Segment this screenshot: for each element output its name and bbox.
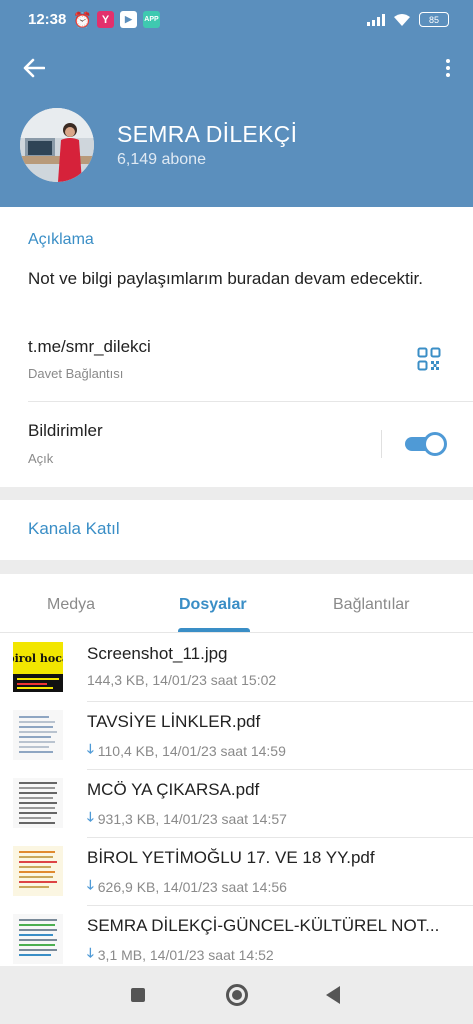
- invite-link[interactable]: t.me/smr_dilekci: [28, 337, 151, 357]
- file-name: Screenshot_11.jpg: [87, 644, 228, 663]
- shared-media-card: Medya Dosyalar Bağlantılar birol hoca Sc…: [0, 574, 473, 966]
- battery-icon: 85: [419, 12, 449, 27]
- system-icons: 85: [367, 12, 449, 27]
- file-row[interactable]: SEMRA DİLEKÇİ-GÜNCEL-KÜLTÜREL NOT... 🡓 3…: [0, 906, 473, 974]
- channel-avatar[interactable]: [20, 108, 94, 182]
- file-meta-text: 626,9 KB, 14/01/23 saat 14:56: [97, 879, 287, 895]
- signal-icon: [367, 13, 385, 26]
- file-name: BİROL YETİMOĞLU 17. VE 18 YY.pdf: [87, 848, 375, 867]
- notification-icons: ⏰ Y ▶ APP: [73, 11, 160, 29]
- channel-title: SEMRA DİLEKÇİ: [117, 121, 298, 147]
- system-navigation-bar: [0, 966, 473, 1024]
- alarm-icon: ⏰: [73, 11, 92, 29]
- notifications-status: Açık: [28, 451, 54, 466]
- toggle-knob: [423, 432, 447, 456]
- tab-files[interactable]: Dosyalar: [179, 596, 247, 614]
- file-thumbnail: birol hoca: [13, 642, 63, 692]
- file-thumbnail: [13, 914, 63, 964]
- image-thumbnail: birol hoca: [13, 642, 63, 692]
- file-meta: 🡓 110,4 KB, 14/01/23 saat 14:59: [87, 740, 286, 762]
- pdf-thumbnail: [13, 846, 63, 896]
- pdf-thumbnail: [13, 914, 63, 964]
- download-icon[interactable]: 🡓: [87, 944, 94, 966]
- more-dot-icon: [446, 66, 450, 70]
- status-bar: 12:38 ⏰ Y ▶ APP 85: [0, 0, 473, 40]
- tab-links[interactable]: Bağlantılar: [333, 596, 410, 614]
- subscriber-count: 6,149 abone: [117, 151, 206, 168]
- divider: [28, 401, 473, 402]
- file-thumbnail: [13, 778, 63, 828]
- channel-header: 12:38 ⏰ Y ▶ APP 85 SEMRA DİLEKÇİ 6,149 a…: [0, 0, 473, 207]
- file-row[interactable]: TAVSİYE LİNKLER.pdf 🡓 110,4 KB, 14/01/23…: [0, 702, 473, 770]
- file-meta-text: 931,3 KB, 14/01/23 saat 14:57: [97, 811, 287, 827]
- arrow-left-icon: [23, 58, 45, 78]
- download-icon[interactable]: 🡓: [87, 808, 94, 830]
- home-button[interactable]: [226, 984, 248, 1006]
- join-channel-card: Kanala Katıl: [0, 500, 473, 560]
- vertical-divider: [381, 430, 382, 458]
- file-name: SEMRA DİLEKÇİ-GÜNCEL-KÜLTÜREL NOT...: [87, 916, 440, 935]
- more-options-button[interactable]: [441, 56, 455, 80]
- avatar-photo: [20, 108, 94, 182]
- invite-link-caption: Davet Bağlantısı: [28, 366, 124, 381]
- tab-media[interactable]: Medya: [47, 596, 95, 614]
- channel-description: Not ve bilgi paylaşımlarım buradan devam…: [28, 269, 423, 288]
- file-meta: 144,3 KB, 14/01/23 saat 15:02: [87, 672, 276, 688]
- status-time: 12:38: [28, 11, 67, 28]
- download-icon[interactable]: 🡓: [87, 876, 94, 898]
- description-title: Açıklama: [28, 231, 94, 248]
- file-row[interactable]: BİROL YETİMOĞLU 17. VE 18 YY.pdf 🡓 626,9…: [0, 838, 473, 906]
- file-meta-text: 144,3 KB, 14/01/23 saat 15:02: [87, 672, 277, 688]
- file-meta: 🡓 3,1 MB, 14/01/23 saat 14:52: [87, 944, 274, 966]
- notifications-label[interactable]: Bildirimler: [28, 421, 103, 441]
- download-icon[interactable]: 🡓: [87, 740, 94, 762]
- file-meta-text: 3,1 MB, 14/01/23 saat 14:52: [97, 947, 274, 963]
- qr-code-icon: [417, 347, 441, 371]
- wifi-icon: [394, 13, 410, 26]
- system-back-button[interactable]: [326, 986, 340, 1004]
- more-dot-icon: [446, 59, 450, 63]
- file-meta: 🡓 626,9 KB, 14/01/23 saat 14:56: [87, 876, 287, 898]
- join-channel-button[interactable]: Kanala Katıl: [28, 519, 120, 539]
- active-tab-indicator: [178, 628, 250, 632]
- file-meta: 🡓 931,3 KB, 14/01/23 saat 14:57: [87, 808, 287, 830]
- media-tabs: Medya Dosyalar Bağlantılar: [0, 574, 473, 633]
- app-icon: APP: [143, 11, 160, 28]
- file-name: MCÖ YA ÇIKARSA.pdf: [87, 780, 260, 799]
- pdf-thumbnail: [13, 778, 63, 828]
- file-row[interactable]: birol hoca Screenshot_11.jpg 144,3 KB, 1…: [0, 634, 473, 702]
- thumbnail-logo-text: birol hoca: [13, 652, 63, 665]
- qr-code-button[interactable]: [417, 347, 441, 371]
- channel-info-card: Açıklama Not ve bilgi paylaşımlarım bura…: [0, 207, 473, 487]
- recent-apps-button[interactable]: [131, 988, 145, 1002]
- youtube-icon: ▶: [120, 11, 137, 28]
- more-dot-icon: [446, 73, 450, 77]
- file-thumbnail: [13, 846, 63, 896]
- file-meta-text: 110,4 KB, 14/01/23 saat 14:59: [97, 743, 286, 759]
- back-button[interactable]: [20, 54, 48, 82]
- pdf-thumbnail: [13, 710, 63, 760]
- file-row[interactable]: MCÖ YA ÇIKARSA.pdf 🡓 931,3 KB, 14/01/23 …: [0, 770, 473, 838]
- file-thumbnail: [13, 710, 63, 760]
- yandex-icon: Y: [97, 11, 114, 28]
- file-name: TAVSİYE LİNKLER.pdf: [87, 712, 261, 731]
- notifications-toggle[interactable]: [405, 432, 447, 456]
